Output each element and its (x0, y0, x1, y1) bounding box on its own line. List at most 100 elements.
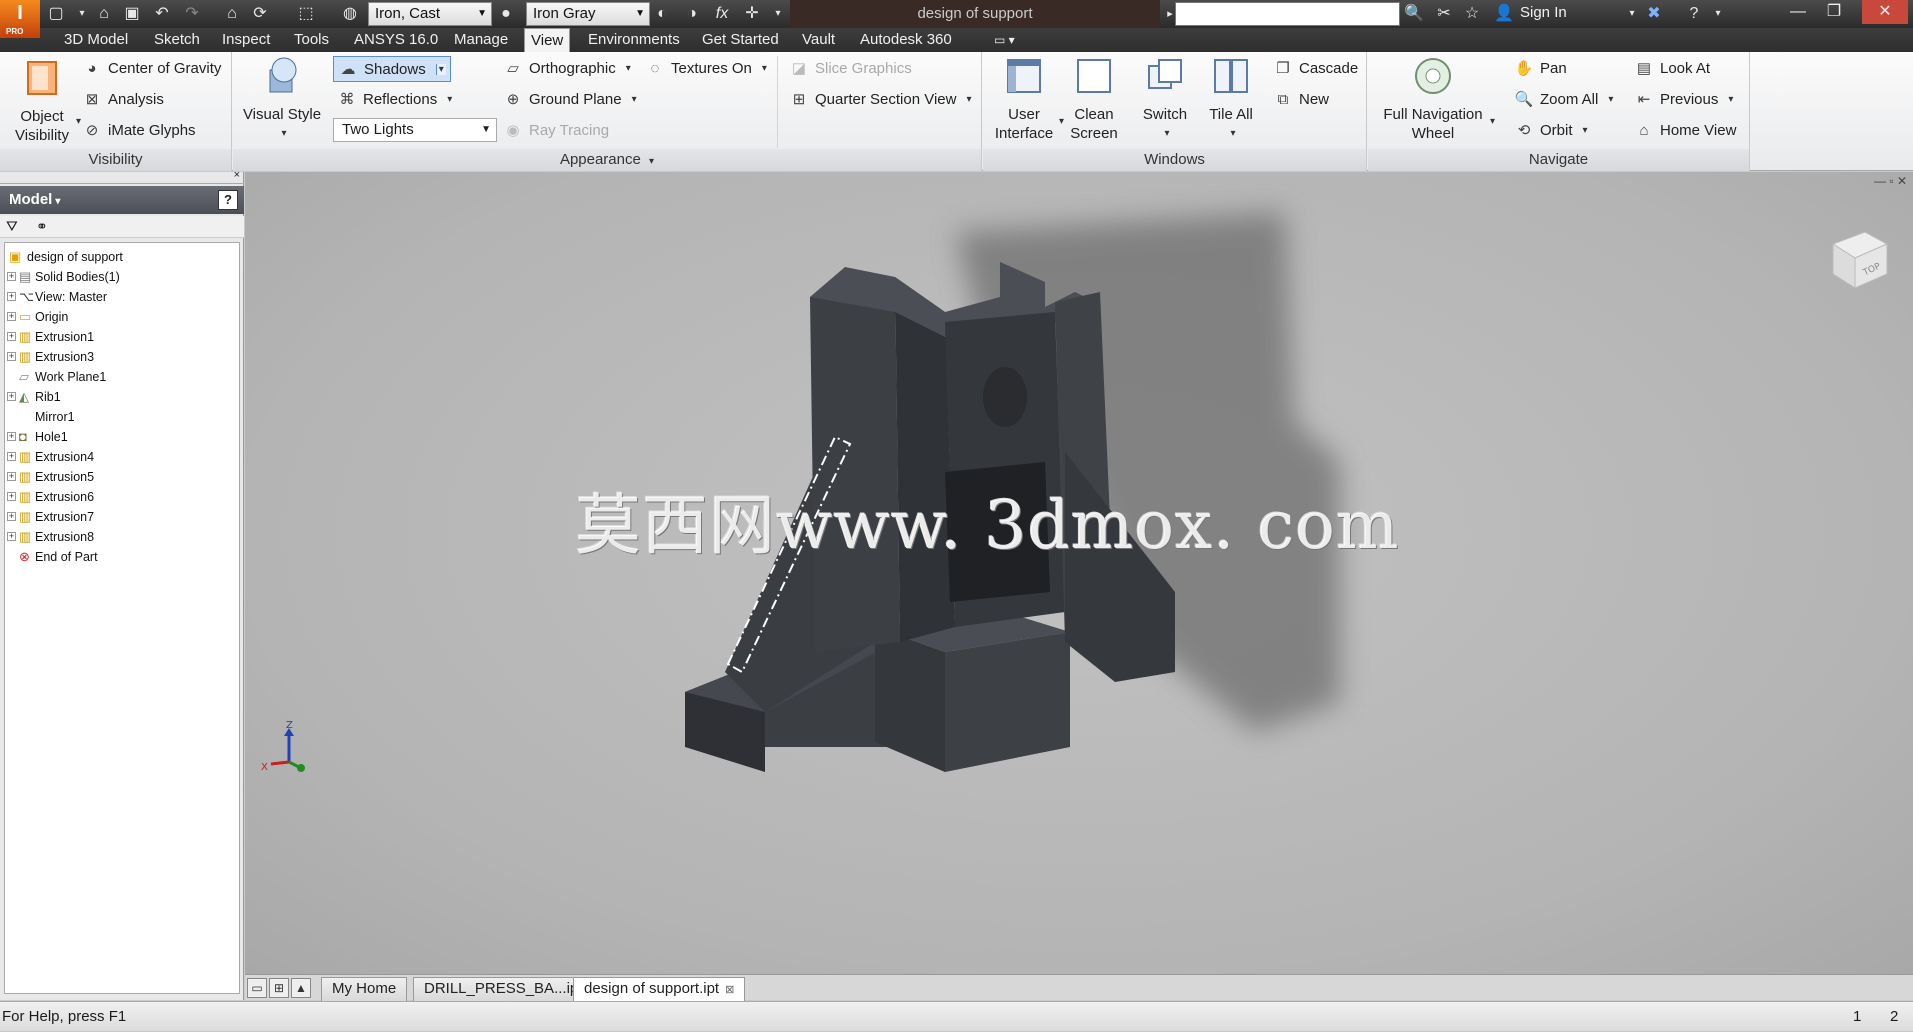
expand-plus-icon[interactable]: + (7, 272, 16, 281)
zoom-all-button[interactable]: 🔍 Zoom All ▾ (1514, 89, 1614, 109)
tab-vault[interactable]: Vault (796, 28, 841, 52)
customize-dropdown-icon[interactable]: ▾ (768, 4, 788, 24)
ray-tracing-button[interactable]: ◉ Ray Tracing (503, 120, 609, 140)
tab-manage[interactable]: Manage (448, 28, 514, 52)
reflections-button[interactable]: ⌘ Reflections ▾ (337, 89, 453, 109)
properties-icon[interactable]: ◍ (340, 4, 360, 24)
tree-node[interactable]: + ▭ Origin (5, 307, 239, 327)
tree-node[interactable]: + ◘ Hole1 (5, 427, 239, 447)
help-dropdown-icon[interactable]: ▾ (1708, 4, 1728, 24)
close-tab-icon[interactable]: ⊠ (725, 984, 734, 996)
object-visibility-button[interactable]: Object Visibility (8, 58, 76, 145)
open-icon[interactable]: ⌂ (94, 4, 114, 24)
expand-plus-icon[interactable]: + (7, 312, 16, 321)
update-icon[interactable]: ⟳ (250, 4, 270, 24)
tree-node[interactable]: ▱ Work Plane1 (5, 367, 239, 387)
shadows-toggle[interactable]: ☁ Shadows ▾ (333, 56, 451, 82)
imate-glyphs-button[interactable]: ⊘ iMate Glyphs (82, 120, 196, 140)
tree-node[interactable]: + ▥ Extrusion7 (5, 507, 239, 527)
expand-plus-icon[interactable]: + (7, 492, 16, 501)
doc-tab-my-home[interactable]: My Home (321, 977, 408, 1001)
tab-ansys[interactable]: ANSYS 16.0 (348, 28, 444, 52)
look-at-button[interactable]: ▤ Look At (1634, 58, 1710, 78)
slice-graphics-button[interactable]: ◪ Slice Graphics (789, 58, 912, 78)
tree-node[interactable]: ▣ design of support (5, 247, 239, 267)
pan-button[interactable]: ✋ Pan (1514, 58, 1567, 78)
select-icon[interactable]: ⬚ (296, 4, 316, 24)
textures-on-button[interactable]: ◌ Textures On ▾ (645, 58, 767, 78)
help-search-input[interactable] (1175, 2, 1400, 26)
new-dropdown-icon[interactable]: ▾ (72, 4, 92, 24)
tree-node[interactable]: + ▥ Extrusion4 (5, 447, 239, 467)
expand-plus-icon[interactable]: + (7, 512, 16, 521)
tree-node[interactable]: + ▥ Extrusion1 (5, 327, 239, 347)
appearance-combo[interactable]: Iron Gray ▼ (526, 2, 650, 26)
help-icon[interactable]: ? (1684, 4, 1704, 24)
tab-environments[interactable]: Environments (582, 28, 686, 52)
switch-button[interactable]: Switch ▾ (1135, 56, 1195, 143)
lighting-style-select[interactable]: Two Lights ▼ (333, 118, 497, 142)
measure-icon[interactable]: ✛ (742, 4, 762, 24)
quarter-section-view-button[interactable]: ⊞ Quarter Section View ▾ (789, 89, 972, 109)
tree-node[interactable]: + ◭ Rib1 (5, 387, 239, 407)
browser-header[interactable]: Model ▾ ? (0, 186, 244, 214)
viewcube[interactable]: TOP (1823, 222, 1893, 292)
home-view-button[interactable]: ⌂ Home View (1634, 120, 1736, 140)
tab-sketch[interactable]: Sketch (148, 28, 206, 52)
tree-node[interactable]: Mirror1 (5, 407, 239, 427)
tree-node[interactable]: + ⌥ View: Master (5, 287, 239, 307)
tab-tools[interactable]: Tools (288, 28, 335, 52)
orthographic-button[interactable]: ▱ Orthographic ▾ (503, 58, 631, 78)
find-binoculars-icon[interactable]: ⚭ (36, 218, 48, 235)
parameters-icon[interactable]: fx (712, 4, 732, 24)
home-icon[interactable]: ⌂ (222, 4, 242, 24)
tree-node[interactable]: ⊗ End of Part (5, 547, 239, 567)
expand-plus-icon[interactable]: + (7, 292, 16, 301)
tab-get-started[interactable]: Get Started (696, 28, 785, 52)
clear-appearance-icon[interactable]: ◑ (682, 4, 702, 24)
material-combo[interactable]: Iron, Cast ▼ (368, 2, 492, 26)
appearance-panel-title[interactable]: Appearance ▾ (233, 149, 981, 171)
sign-in-link[interactable]: Sign In (1520, 4, 1567, 21)
analysis-button[interactable]: ⊠ Analysis (82, 89, 164, 109)
expand-plus-icon[interactable]: + (7, 472, 16, 481)
tab-view[interactable]: View (524, 28, 571, 52)
doc-tab-drill-press[interactable]: DRILL_PRESS_BA...ipt (413, 977, 594, 1001)
app-menu-button[interactable]: I PRO (0, 0, 40, 38)
browser-grip[interactable]: × (0, 169, 244, 184)
adjust-appearance-icon[interactable]: ◐ (652, 4, 672, 24)
subscription-icon[interactable]: ✂ (1434, 4, 1454, 24)
undo-icon[interactable]: ↶ (152, 4, 172, 24)
minimize-button[interactable]: — (1780, 0, 1816, 24)
tab-autodesk-360[interactable]: Autodesk 360 (854, 28, 958, 52)
favorites-star-icon[interactable]: ☆ (1462, 4, 1482, 24)
tile-all-button[interactable]: Tile All ▾ (1201, 56, 1261, 143)
user-interface-button[interactable]: User Interface (991, 56, 1057, 143)
grid-layout-icon[interactable]: ⊞ (269, 978, 289, 998)
tree-node[interactable]: + ▥ Extrusion8 (5, 527, 239, 547)
object-visibility-dropdown-icon[interactable]: ▾ (76, 116, 81, 127)
ground-plane-button[interactable]: ⊕ Ground Plane ▾ (503, 89, 637, 109)
cascade-button[interactable]: ❐ Cascade (1273, 58, 1358, 78)
full-navigation-wheel-button[interactable]: Full Navigation Wheel (1378, 56, 1488, 143)
graphics-viewport[interactable]: — ▫ ✕ 莫西网www. 3dmox. com TOP Z X (245, 172, 1913, 974)
browser-help-button[interactable]: ? (218, 190, 238, 210)
exchange-apps-icon[interactable]: ✖ (1644, 4, 1664, 24)
navigation-wheel-dropdown-icon[interactable]: ▾ (1490, 116, 1495, 127)
search-icon[interactable]: 🔍 (1404, 4, 1424, 24)
expand-plus-icon[interactable]: + (7, 392, 16, 401)
browser-close-icon[interactable]: × (234, 169, 240, 181)
tree-node[interactable]: + ▥ Extrusion3 (5, 347, 239, 367)
visual-style-button[interactable]: Visual Style ▾ (241, 56, 323, 143)
expand-plus-icon[interactable]: + (7, 332, 16, 341)
expand-plus-icon[interactable]: + (7, 452, 16, 461)
tab-list-icon[interactable]: ▲ (291, 978, 311, 998)
previous-view-button[interactable]: ⇤ Previous ▾ (1634, 89, 1734, 109)
tree-node[interactable]: + ▥ Extrusion6 (5, 487, 239, 507)
expand-plus-icon[interactable]: + (7, 432, 16, 441)
tree-node[interactable]: + ▥ Extrusion5 (5, 467, 239, 487)
save-icon[interactable]: ▣ (122, 4, 142, 24)
redo-icon[interactable]: ↷ (182, 4, 202, 24)
maximize-button[interactable]: ❐ (1816, 0, 1852, 24)
tree-node[interactable]: + ▤ Solid Bodies(1) (5, 267, 239, 287)
